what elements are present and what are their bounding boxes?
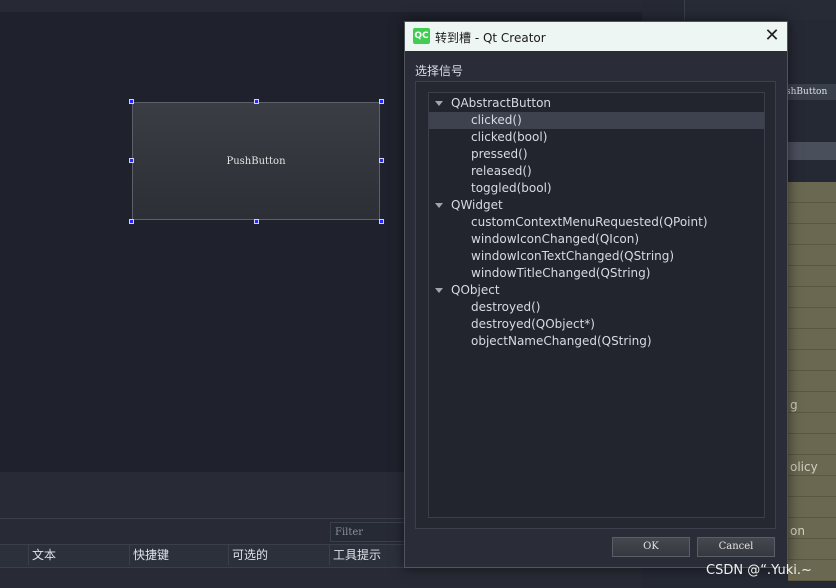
tree-item-label: windowIconTextChanged(QString) <box>471 249 675 263</box>
watermark-text: CSDN @“.Yuki.~ <box>706 563 812 578</box>
property-fragment: g <box>790 398 798 412</box>
resize-handle[interactable] <box>254 99 259 104</box>
column-header-checkable[interactable]: 可选的 <box>228 545 330 565</box>
resize-handle[interactable] <box>254 219 259 224</box>
tree-item-label: customContextMenuRequested(QPoint) <box>471 215 708 229</box>
expand-arrow-icon[interactable] <box>435 101 443 106</box>
select-signal-label: 选择信号 <box>415 64 464 78</box>
property-rows[interactable] <box>788 182 836 581</box>
tree-group-item[interactable]: QAbstractButton <box>429 95 764 112</box>
signal-tree[interactable]: QAbstractButton clicked() clicked(bool) pre… <box>428 92 765 518</box>
tree-signal-item[interactable]: customContextMenuRequested(QPoint) <box>429 214 764 231</box>
tree-signal-item[interactable]: destroyed(QObject*) <box>429 316 764 333</box>
cancel-button[interactable]: Cancel <box>697 537 775 557</box>
tree-signal-item[interactable]: clicked(bool) <box>429 129 764 146</box>
property-fragment: olicy <box>790 460 818 474</box>
resize-handle[interactable] <box>129 219 134 224</box>
qt-creator-logo-icon: QC <box>413 28 430 44</box>
dialog-titlebar[interactable]: QC 转到槽 - Qt Creator ✕ <box>405 22 787 51</box>
tree-item-label: toggled(bool) <box>471 181 552 195</box>
tree-signal-item[interactable]: windowTitleChanged(QString) <box>429 265 764 282</box>
property-editor-toolbar <box>684 0 836 20</box>
tree-signal-item[interactable]: destroyed() <box>429 299 764 316</box>
property-fragment: on <box>790 524 805 538</box>
resize-handle[interactable] <box>129 158 134 163</box>
tree-item-label: clicked(bool) <box>471 130 548 144</box>
tree-signal-item[interactable]: objectNameChanged(QString) <box>429 333 764 350</box>
push-button-label: PushButton <box>226 155 286 167</box>
tree-group-item[interactable]: QWidget <box>429 197 764 214</box>
tree-item-label: QWidget <box>451 198 503 212</box>
canvas-header <box>0 0 642 12</box>
go-to-slot-dialog: QC 转到槽 - Qt Creator ✕ 选择信号 QAbstractButt… <box>404 21 788 568</box>
dialog-title: 转到槽 - Qt Creator <box>435 31 546 45</box>
ok-button[interactable]: OK <box>612 537 690 557</box>
resize-handle[interactable] <box>129 99 134 104</box>
tree-signal-item[interactable]: released() <box>429 163 764 180</box>
tree-item-label: QObject <box>451 283 500 297</box>
expand-arrow-icon[interactable] <box>435 288 443 293</box>
tree-item-label: windowIconChanged(QIcon) <box>471 232 640 246</box>
close-icon[interactable]: ✕ <box>757 24 787 48</box>
tree-item-label: destroyed() <box>471 300 541 314</box>
tree-item-label: QAbstractButton <box>451 96 552 110</box>
column-header-tooltip[interactable]: 工具提示 <box>329 545 405 565</box>
tree-group-item[interactable]: QObject <box>429 282 764 299</box>
tree-item-label: clicked() <box>471 113 522 127</box>
push-button-widget[interactable]: PushButton <box>132 102 380 220</box>
tree-signal-item[interactable]: windowIconChanged(QIcon) <box>429 231 764 248</box>
resize-handle[interactable] <box>379 99 384 104</box>
property-selected-row[interactable] <box>788 142 836 160</box>
column-header-shortcut[interactable]: 快捷键 <box>129 545 229 565</box>
tree-signal-item[interactable]: clicked() <box>429 112 764 129</box>
resize-handle[interactable] <box>379 158 384 163</box>
tree-item-label: released() <box>471 164 532 178</box>
tree-item-label: pressed() <box>471 147 528 161</box>
tree-item-label: objectNameChanged(QString) <box>471 334 652 348</box>
tree-item-label: destroyed(QObject*) <box>471 317 595 331</box>
tree-signal-item[interactable]: pressed() <box>429 146 764 163</box>
tree-item-label: windowTitleChanged(QString) <box>471 266 651 280</box>
column-header-text[interactable]: 文本 <box>28 545 130 565</box>
tree-signal-item[interactable]: toggled(bool) <box>429 180 764 197</box>
tree-signal-item[interactable]: windowIconTextChanged(QString) <box>429 248 764 265</box>
resize-handle[interactable] <box>379 219 384 224</box>
property-editor-header: shButton <box>786 84 836 100</box>
expand-arrow-icon[interactable] <box>435 203 443 208</box>
